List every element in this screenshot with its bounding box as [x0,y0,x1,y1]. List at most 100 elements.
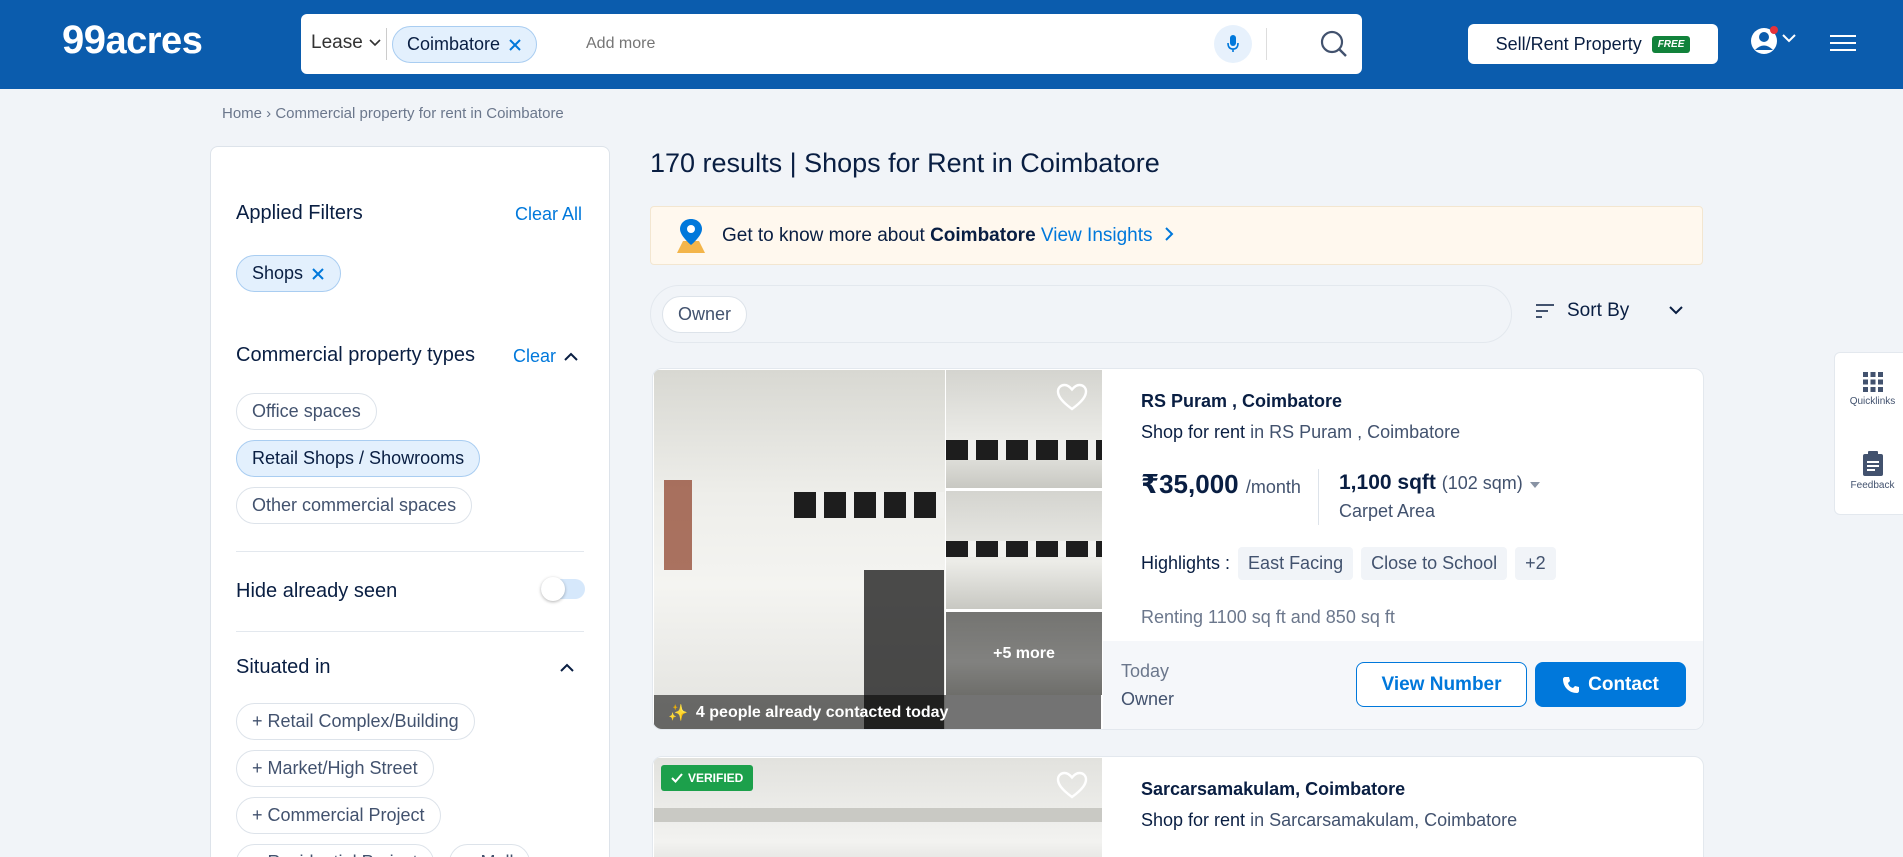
sell-rent-property-button[interactable]: Sell/Rent Property FREE [1468,24,1718,64]
quicklinks-label: Quicklinks [1849,396,1896,407]
feedback-button[interactable]: Feedback [1835,451,1903,491]
view-insights-link[interactable]: View Insights [1041,225,1153,246]
search-bar: Lease Coimbatore [301,14,1362,74]
listing-price: ₹35,000 /month [1141,469,1301,500]
more-photos-overlay[interactable]: +5 more [946,612,1102,695]
property-photo-thumb[interactable] [946,491,1102,609]
hamburger-menu-icon[interactable] [1830,34,1856,57]
listing-in-text: in RS Puram , Coimbatore [1250,422,1461,442]
property-types-clear[interactable]: Clear [513,346,578,367]
property-types-title: Commercial property types [236,344,475,366]
clear-all-link[interactable]: Clear All [515,204,582,225]
divider [1318,469,1319,525]
contact-label: Contact [1588,673,1659,695]
floating-quicklinks-panel: Quicklinks Feedback [1834,352,1903,515]
quick-filter-bar: Owner [650,285,1512,343]
close-icon[interactable] [508,38,522,52]
search-button[interactable] [1319,29,1349,64]
close-icon[interactable] [311,267,325,281]
verified-badge: VERIFIED [661,765,754,791]
location-pin-icon [677,219,705,253]
clear-label: Clear [513,346,557,366]
free-badge: FREE [1651,35,1691,53]
price-unit: /month [1245,477,1301,497]
property-type-option[interactable]: Retail Shops / Showrooms [236,440,481,477]
situated-in-option[interactable]: + Mall [449,844,530,857]
site-logo[interactable]: 99acres [62,18,203,63]
property-type-option[interactable]: Office spaces [236,393,377,430]
results-title: 170 results | Shops for Rent in Coimbato… [650,148,1160,178]
property-photo-main[interactable] [654,370,945,729]
area-value: 1,100 sqft [1339,471,1436,494]
highlight-more-tag[interactable]: +2 [1515,547,1556,580]
highlights-row: Highlights : East Facing Close to School… [1141,547,1556,580]
view-number-button[interactable]: View Number [1356,662,1527,707]
chevron-down-icon[interactable] [1668,304,1684,316]
insights-banner[interactable]: Get to know more about Coimbatore View I… [650,206,1703,265]
applied-filter-chip[interactable]: Shops [236,255,342,292]
listing-in-text: in Sarcarsamakulam, Coimbatore [1250,810,1518,830]
feedback-label: Feedback [1850,480,1895,491]
check-icon [671,773,683,783]
sort-icon [1536,304,1554,318]
chevron-up-icon[interactable] [564,352,578,362]
clipboard-icon [1862,451,1883,476]
situated-in-option[interactable]: + Residential Project [236,844,434,857]
listing-location[interactable]: Sarcarsamakulam, Coimbatore [1141,779,1405,800]
contact-button[interactable]: Contact [1535,662,1686,707]
breadcrumb[interactable]: Home › Commercial property for rent in C… [222,105,564,122]
divider [1266,28,1267,60]
photo-detail [664,480,692,570]
microphone-icon [1227,35,1239,52]
photo-detail [946,541,1102,557]
owner-filter-chip[interactable]: Owner [662,296,748,333]
sort-by-label: Sort By [1567,300,1630,321]
insights-text: Get to know more about Coimbatore View I… [722,225,1174,247]
listing-card[interactable]: +5 more ✨ 4 people already contacted tod… [652,368,1704,730]
mic-button[interactable] [1214,25,1252,63]
contacted-text: 4 people already contacted today [695,703,949,721]
photo-detail [794,492,944,518]
listing-location[interactable]: RS Puram , Coimbatore [1141,391,1342,412]
listing-subtitle: Shop for rent in Sarcarsamakulam, Coimba… [1141,810,1517,831]
card-footer: Today Owner View Number Contact [1103,641,1703,729]
city-chip[interactable]: Coimbatore [392,26,538,63]
caret-down-icon[interactable] [1529,481,1541,489]
photo-detail [654,808,1102,822]
sparkle-icon: ✨ [668,704,688,722]
highlights-label: Highlights : [1141,553,1231,573]
hide-seen-toggle[interactable] [541,577,585,601]
divider [386,28,387,60]
listing-subtitle: Shop for rent in RS Puram , Coimbatore [1141,422,1460,443]
insights-prefix: Get to know more about [722,225,925,246]
lease-dropdown[interactable]: Lease [311,32,381,54]
contacted-today-banner: ✨ 4 people already contacted today [654,695,1101,729]
highlight-tag: Close to School [1361,547,1508,580]
situated-in-option[interactable]: + Commercial Project [236,797,441,834]
price-value: ₹35,000 [1141,469,1239,499]
heart-icon[interactable] [1056,383,1088,411]
chevron-down-icon[interactable] [1782,30,1796,48]
search-input[interactable] [586,35,1086,53]
listing-card[interactable]: VERIFIED Sarcarsamakulam, Coimbatore Sho… [652,756,1704,857]
user-account-icon[interactable] [1750,26,1780,61]
toggle-knob [541,577,565,601]
chevron-right-icon[interactable] [1164,227,1174,241]
situated-in-option[interactable]: + Market/High Street [236,750,434,787]
lease-label: Lease [311,32,363,53]
property-type-option[interactable]: Other commercial spaces [236,487,473,524]
sort-by-button[interactable]: Sort By [1535,300,1629,322]
situated-in-option[interactable]: + Retail Complex/Building [236,703,475,740]
applied-filter-label: Shops [252,263,304,283]
highlight-tag: East Facing [1238,547,1354,580]
listing-description: Renting 1100 sq ft and 850 sq ft [1141,607,1395,627]
chevron-up-icon[interactable] [560,663,574,673]
insights-city: Coimbatore [930,225,1036,246]
chevron-down-icon [369,39,381,47]
listing-area[interactable]: 1,100 sqft (102 sqm) [1339,471,1541,495]
quicklinks-button[interactable]: Quicklinks [1835,371,1903,407]
area-label: Carpet Area [1339,501,1436,521]
applied-filters-title: Applied Filters [236,202,363,224]
heart-icon[interactable] [1056,771,1088,799]
area-sqm: (102 sqm) [1441,473,1523,493]
